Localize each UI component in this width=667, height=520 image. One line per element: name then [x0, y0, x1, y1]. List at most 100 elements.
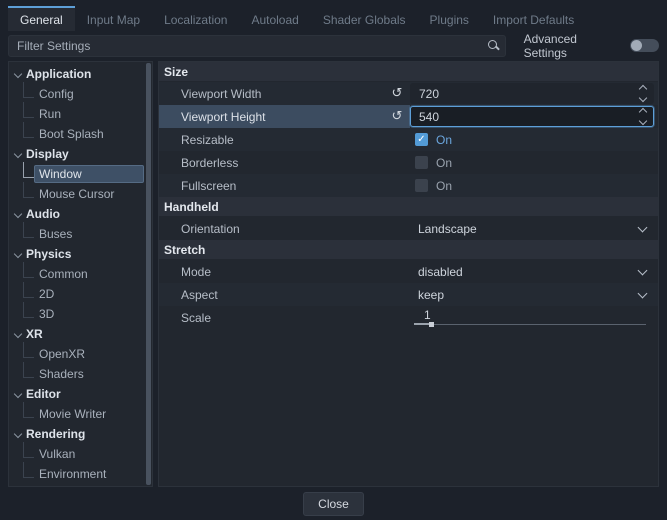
tree-branch-icon [23, 342, 34, 358]
chevron-down-icon [15, 391, 22, 398]
viewport-width-spinbox [410, 83, 654, 104]
tree-item-label: OpenXR [34, 345, 144, 363]
tree-section-label: XR [26, 327, 43, 341]
dropdown-value: keep [418, 288, 639, 302]
tree-item-label: Boot Splash [34, 125, 144, 143]
tree-branch-icon [23, 162, 34, 178]
tree-section-xr[interactable]: XR [9, 324, 152, 344]
property-label: Viewport Height [181, 110, 384, 124]
tree-section-label: Rendering [26, 427, 85, 441]
property-label: Aspect [181, 288, 410, 302]
fullscreen-checkbox[interactable] [415, 179, 428, 192]
tree-item-label: 3D [34, 305, 144, 323]
property-row-scale: Scale 1 [159, 306, 658, 329]
settings-category-tree: Application Config Run Boot Splash Displ… [8, 61, 153, 487]
tree-item-buses[interactable]: Buses [9, 224, 152, 244]
settings-tab-bar: General Input Map Localization Autoload … [8, 6, 659, 31]
tree-item-label: Common [34, 265, 144, 283]
advanced-settings-toggle[interactable] [630, 39, 659, 52]
slider-grabber[interactable] [429, 322, 434, 327]
tree-item-label: Shaders [34, 365, 144, 383]
property-row-viewport-height: Viewport Height ↺ [159, 105, 658, 128]
tree-section-label: Physics [26, 247, 71, 261]
tab-shader-globals[interactable]: Shader Globals [311, 6, 418, 31]
borderless-checkbox[interactable] [415, 156, 428, 169]
chevron-down-icon [638, 288, 648, 298]
section-header-size: Size [159, 62, 658, 81]
tab-autoload[interactable]: Autoload [239, 6, 310, 31]
stretch-mode-dropdown[interactable]: disabled [410, 260, 654, 283]
chevron-down-icon [15, 211, 22, 218]
tree-item-environment[interactable]: Environment [9, 464, 152, 484]
tree-item-label: Run [34, 105, 144, 123]
tab-localization[interactable]: Localization [152, 6, 239, 31]
tree-branch-icon [23, 182, 34, 198]
property-row-mode: Mode disabled [159, 260, 658, 283]
dialog-footer: Close [8, 487, 659, 520]
tab-import-defaults[interactable]: Import Defaults [481, 6, 586, 31]
tree-section-rendering[interactable]: Rendering [9, 424, 152, 444]
tree-branch-icon [23, 462, 34, 478]
property-label: Orientation [181, 222, 410, 236]
chevron-down-icon [638, 265, 648, 275]
viewport-width-input[interactable] [411, 87, 640, 101]
tab-general[interactable]: General [8, 6, 75, 31]
property-row-resizable: Resizable ✓ On [159, 128, 658, 151]
spinner-arrows-icon[interactable] [640, 86, 646, 101]
tree-section-label: Application [26, 67, 91, 81]
slider-track[interactable] [414, 324, 646, 325]
tree-section-audio[interactable]: Audio [9, 204, 152, 224]
checkbox-state-label: On [436, 156, 452, 170]
tree-item-config[interactable]: Config [9, 84, 152, 104]
stretch-aspect-dropdown[interactable]: keep [410, 283, 654, 306]
tree-item-boot-splash[interactable]: Boot Splash [9, 124, 152, 144]
property-row-orientation: Orientation Landscape [159, 217, 658, 240]
tree-item-mouse-cursor[interactable]: Mouse Cursor [9, 184, 152, 204]
search-icon [488, 40, 497, 49]
revert-icon[interactable]: ↺ [384, 86, 410, 101]
tree-scrollbar[interactable] [146, 63, 151, 485]
tree-item-openxr[interactable]: OpenXR [9, 344, 152, 364]
tree-branch-icon [23, 282, 34, 298]
tree-item-window[interactable]: Window [9, 164, 152, 184]
tab-plugins[interactable]: Plugins [418, 6, 481, 31]
tree-item-3d[interactable]: 3D [9, 304, 152, 324]
tree-section-display[interactable]: Display [9, 144, 152, 164]
tree-item-vulkan[interactable]: Vulkan [9, 444, 152, 464]
tree-item-shaders[interactable]: Shaders [9, 364, 152, 384]
tree-branch-icon [23, 222, 34, 238]
tree-item-2d[interactable]: 2D [9, 284, 152, 304]
scale-slider[interactable]: 1 [414, 306, 646, 329]
tree-item-run[interactable]: Run [9, 104, 152, 124]
tree-section-label: Editor [26, 387, 61, 401]
project-settings-dialog: General Input Map Localization Autoload … [0, 0, 667, 520]
revert-icon[interactable]: ↺ [384, 109, 410, 124]
orientation-dropdown[interactable]: Landscape [410, 217, 654, 240]
tree-section-editor[interactable]: Editor [9, 384, 152, 404]
tree-item-common[interactable]: Common [9, 264, 152, 284]
tree-section-physics[interactable]: Physics [9, 244, 152, 264]
tree-branch-icon [23, 262, 34, 278]
tree-item-label: Window [34, 165, 144, 183]
tab-input-map[interactable]: Input Map [75, 6, 152, 31]
filter-settings-searchbox [8, 35, 506, 57]
tree-item-label: Vulkan [34, 445, 144, 463]
resizable-checkbox[interactable]: ✓ [415, 133, 428, 146]
tree-item-movie-writer[interactable]: Movie Writer [9, 404, 152, 424]
advanced-settings-label: Advanced Settings [524, 32, 621, 60]
viewport-height-spinbox [410, 106, 654, 127]
chevron-down-icon [15, 71, 22, 78]
viewport-height-input[interactable] [411, 110, 640, 124]
settings-content: Application Config Run Boot Splash Displ… [8, 61, 659, 487]
tree-section-application[interactable]: Application [9, 64, 152, 84]
spinner-arrows-icon[interactable] [640, 109, 646, 124]
close-button[interactable]: Close [303, 492, 364, 516]
property-row-aspect: Aspect keep [159, 283, 658, 306]
property-label: Viewport Width [181, 87, 384, 101]
chevron-down-icon [638, 222, 648, 232]
property-label: Borderless [181, 156, 410, 170]
filter-settings-input[interactable] [8, 35, 506, 57]
tree-section-label: Display [26, 147, 69, 161]
property-label: Fullscreen [181, 179, 410, 193]
chevron-down-icon [15, 251, 22, 258]
